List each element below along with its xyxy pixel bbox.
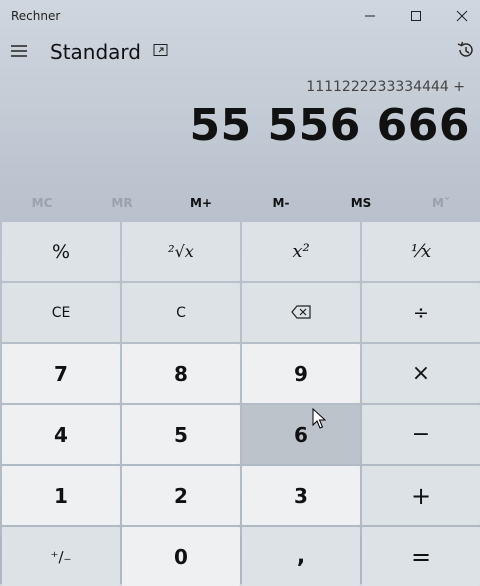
app-title: Rechner xyxy=(11,9,61,23)
maximize-icon xyxy=(410,7,422,26)
backspace-icon xyxy=(291,302,311,324)
page-title: Standard xyxy=(50,40,141,64)
equals-button[interactable]: = xyxy=(362,527,480,586)
close-button[interactable] xyxy=(439,0,480,32)
decimal-button[interactable]: , xyxy=(242,527,360,586)
memory-recall-button[interactable]: MR xyxy=(82,186,162,219)
digit-0-button[interactable]: 0 xyxy=(122,527,240,586)
digit-5-button[interactable]: 5 xyxy=(122,405,240,464)
digit-6-button[interactable]: 6 xyxy=(242,405,360,464)
reciprocal-button[interactable]: ⅟x xyxy=(362,222,480,281)
header: Standard xyxy=(0,32,480,74)
minimize-icon xyxy=(364,7,376,26)
memory-list-button[interactable]: Mˇ xyxy=(401,186,480,219)
close-icon xyxy=(456,7,468,26)
maximize-button[interactable] xyxy=(393,0,439,32)
memory-row: MC MR M+ M- MS Mˇ xyxy=(0,186,480,219)
result-display: 55 556 666 xyxy=(189,100,470,151)
digit-2-button[interactable]: 2 xyxy=(122,466,240,525)
digit-7-button[interactable]: 7 xyxy=(2,344,120,403)
minus-button[interactable]: − xyxy=(362,405,480,464)
minimize-button[interactable] xyxy=(347,0,393,32)
memory-clear-button[interactable]: MC xyxy=(2,186,82,219)
memory-add-button[interactable]: M+ xyxy=(161,186,241,219)
menu-button[interactable] xyxy=(8,41,30,63)
backspace-button[interactable] xyxy=(242,283,360,342)
history-icon xyxy=(456,41,474,63)
clear-button[interactable]: C xyxy=(122,283,240,342)
mouse-cursor-icon xyxy=(312,408,326,429)
digit-9-button[interactable]: 9 xyxy=(242,344,360,403)
digit-3-button[interactable]: 3 xyxy=(242,466,360,525)
title-bar: Rechner xyxy=(0,0,480,32)
hamburger-icon xyxy=(10,43,28,62)
memory-store-button[interactable]: MS xyxy=(321,186,401,219)
plus-button[interactable]: + xyxy=(362,466,480,525)
root-button[interactable]: ²√x xyxy=(122,222,240,281)
negate-button[interactable]: ⁺∕₋ xyxy=(2,527,120,586)
divide-button[interactable]: ÷ xyxy=(362,283,480,342)
history-button[interactable] xyxy=(452,39,478,65)
digit-4-button[interactable]: 4 xyxy=(2,405,120,464)
digit-8-button[interactable]: 8 xyxy=(122,344,240,403)
memory-subtract-button[interactable]: M- xyxy=(241,186,321,219)
percent-button[interactable]: % xyxy=(2,222,120,281)
keep-on-top-icon xyxy=(153,42,169,61)
keep-on-top-button[interactable] xyxy=(151,41,171,61)
multiply-button[interactable]: × xyxy=(362,344,480,403)
square-button[interactable]: x² xyxy=(242,222,360,281)
digit-1-button[interactable]: 1 xyxy=(2,466,120,525)
keypad: % ²√x x² ⅟x CE C ÷ 7 8 9 × 4 5 6 − 1 2 3… xyxy=(1,221,480,586)
clear-entry-button[interactable]: CE xyxy=(2,283,120,342)
expression-display: 1111222233334444 + xyxy=(306,79,465,95)
